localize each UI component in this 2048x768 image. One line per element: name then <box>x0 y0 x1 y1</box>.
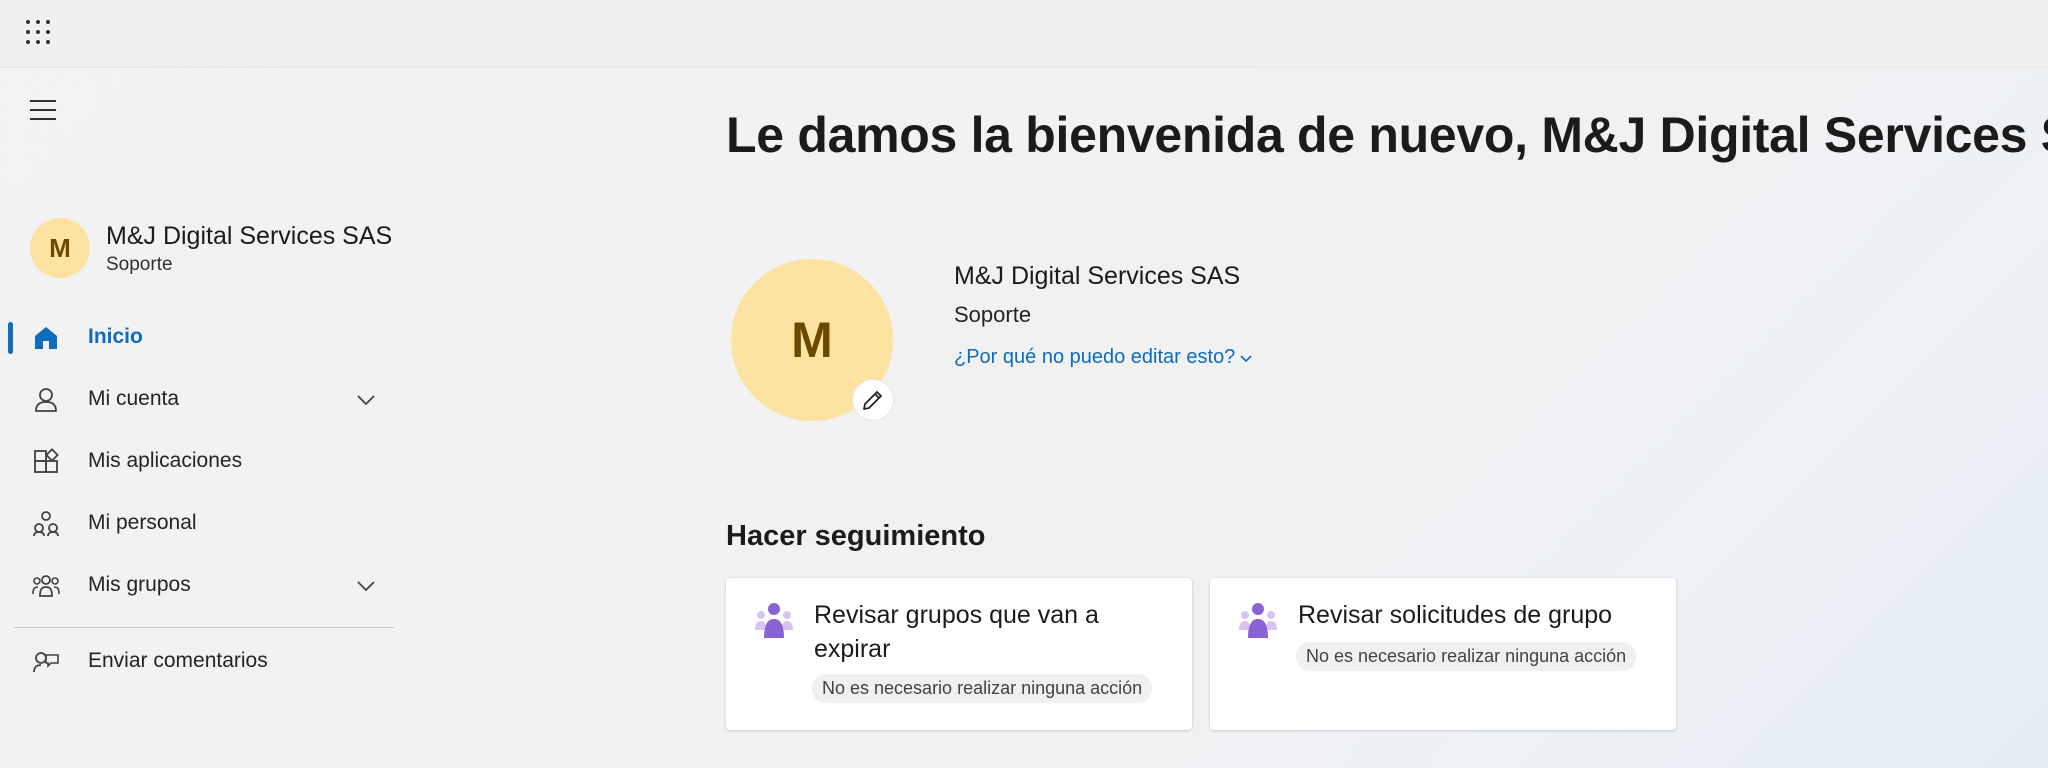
sidebar-item-label: Mis grupos <box>88 573 191 596</box>
sidebar-profile-role: Soporte <box>106 254 173 275</box>
sidebar-item-enviar-comentarios[interactable]: Enviar comentarios <box>0 634 400 690</box>
chevron-down-icon[interactable] <box>354 388 378 412</box>
group-review-icon <box>755 603 793 638</box>
card-title: Revisar grupos que van a expirar <box>814 601 1099 663</box>
why-cant-edit-label: ¿Por qué no puedo editar esto? <box>954 346 1236 368</box>
page-title: Le damos la bienvenida de nuevo, M&J Dig… <box>726 107 2048 163</box>
why-cant-edit-link[interactable]: ¿Por qué no puedo editar esto? <box>954 346 1253 369</box>
review-group-requests-card[interactable]: Revisar solicitudes de grupo No es neces… <box>1210 578 1676 730</box>
profile-role: Soporte <box>954 302 1032 327</box>
section-title: Hacer seguimiento <box>726 520 986 552</box>
chevron-down-icon <box>1240 355 1252 362</box>
waffle-icon[interactable] <box>24 18 52 46</box>
group-requests-icon <box>1239 603 1277 638</box>
sidebar-item-mi-personal[interactable]: Mi personal <box>0 496 400 552</box>
apps-icon <box>34 448 59 473</box>
sidebar-item-label: Mis aplicaciones <box>88 449 243 472</box>
home-icon <box>35 327 57 349</box>
sidebar-item-label: Enviar comentarios <box>88 649 268 672</box>
sidebar-item-mis-aplicaciones[interactable]: Mis aplicaciones <box>0 434 400 490</box>
sidebar-profile-name: M&J Digital Services SAS <box>106 222 393 250</box>
sidebar-item-inicio[interactable]: Inicio <box>0 310 400 366</box>
person-icon <box>35 388 57 412</box>
sidebar-item-label: Mi personal <box>88 511 197 534</box>
sidebar-item-label: Mi cuenta <box>88 387 180 410</box>
profile-name: M&J Digital Services SAS <box>954 262 1241 290</box>
avatar: M <box>30 218 90 278</box>
hamburger-icon[interactable] <box>30 100 58 122</box>
card-title: Revisar solicitudes de grupo <box>1298 601 1613 629</box>
feedback-icon <box>33 652 59 673</box>
status-badge: No es necesario realizar ninguna acción <box>1296 642 1637 671</box>
sidebar-item-mi-cuenta[interactable]: Mi cuenta <box>0 372 400 428</box>
status-badge: No es necesario realizar ninguna acción <box>812 674 1153 703</box>
sidebar-divider <box>14 627 394 628</box>
edit-photo-button[interactable] <box>853 380 893 420</box>
pencil-icon <box>863 391 882 410</box>
chevron-down-icon[interactable] <box>354 574 378 598</box>
review-expiring-groups-card[interactable]: Revisar grupos que van a expirar No es n… <box>726 578 1192 730</box>
groups-icon <box>32 575 60 597</box>
top-bar <box>0 0 2048 68</box>
sidebar-item-mis-grupos[interactable]: Mis grupos <box>0 558 400 614</box>
people-icon <box>33 511 59 537</box>
sidebar-item-label: Inicio <box>88 325 143 348</box>
